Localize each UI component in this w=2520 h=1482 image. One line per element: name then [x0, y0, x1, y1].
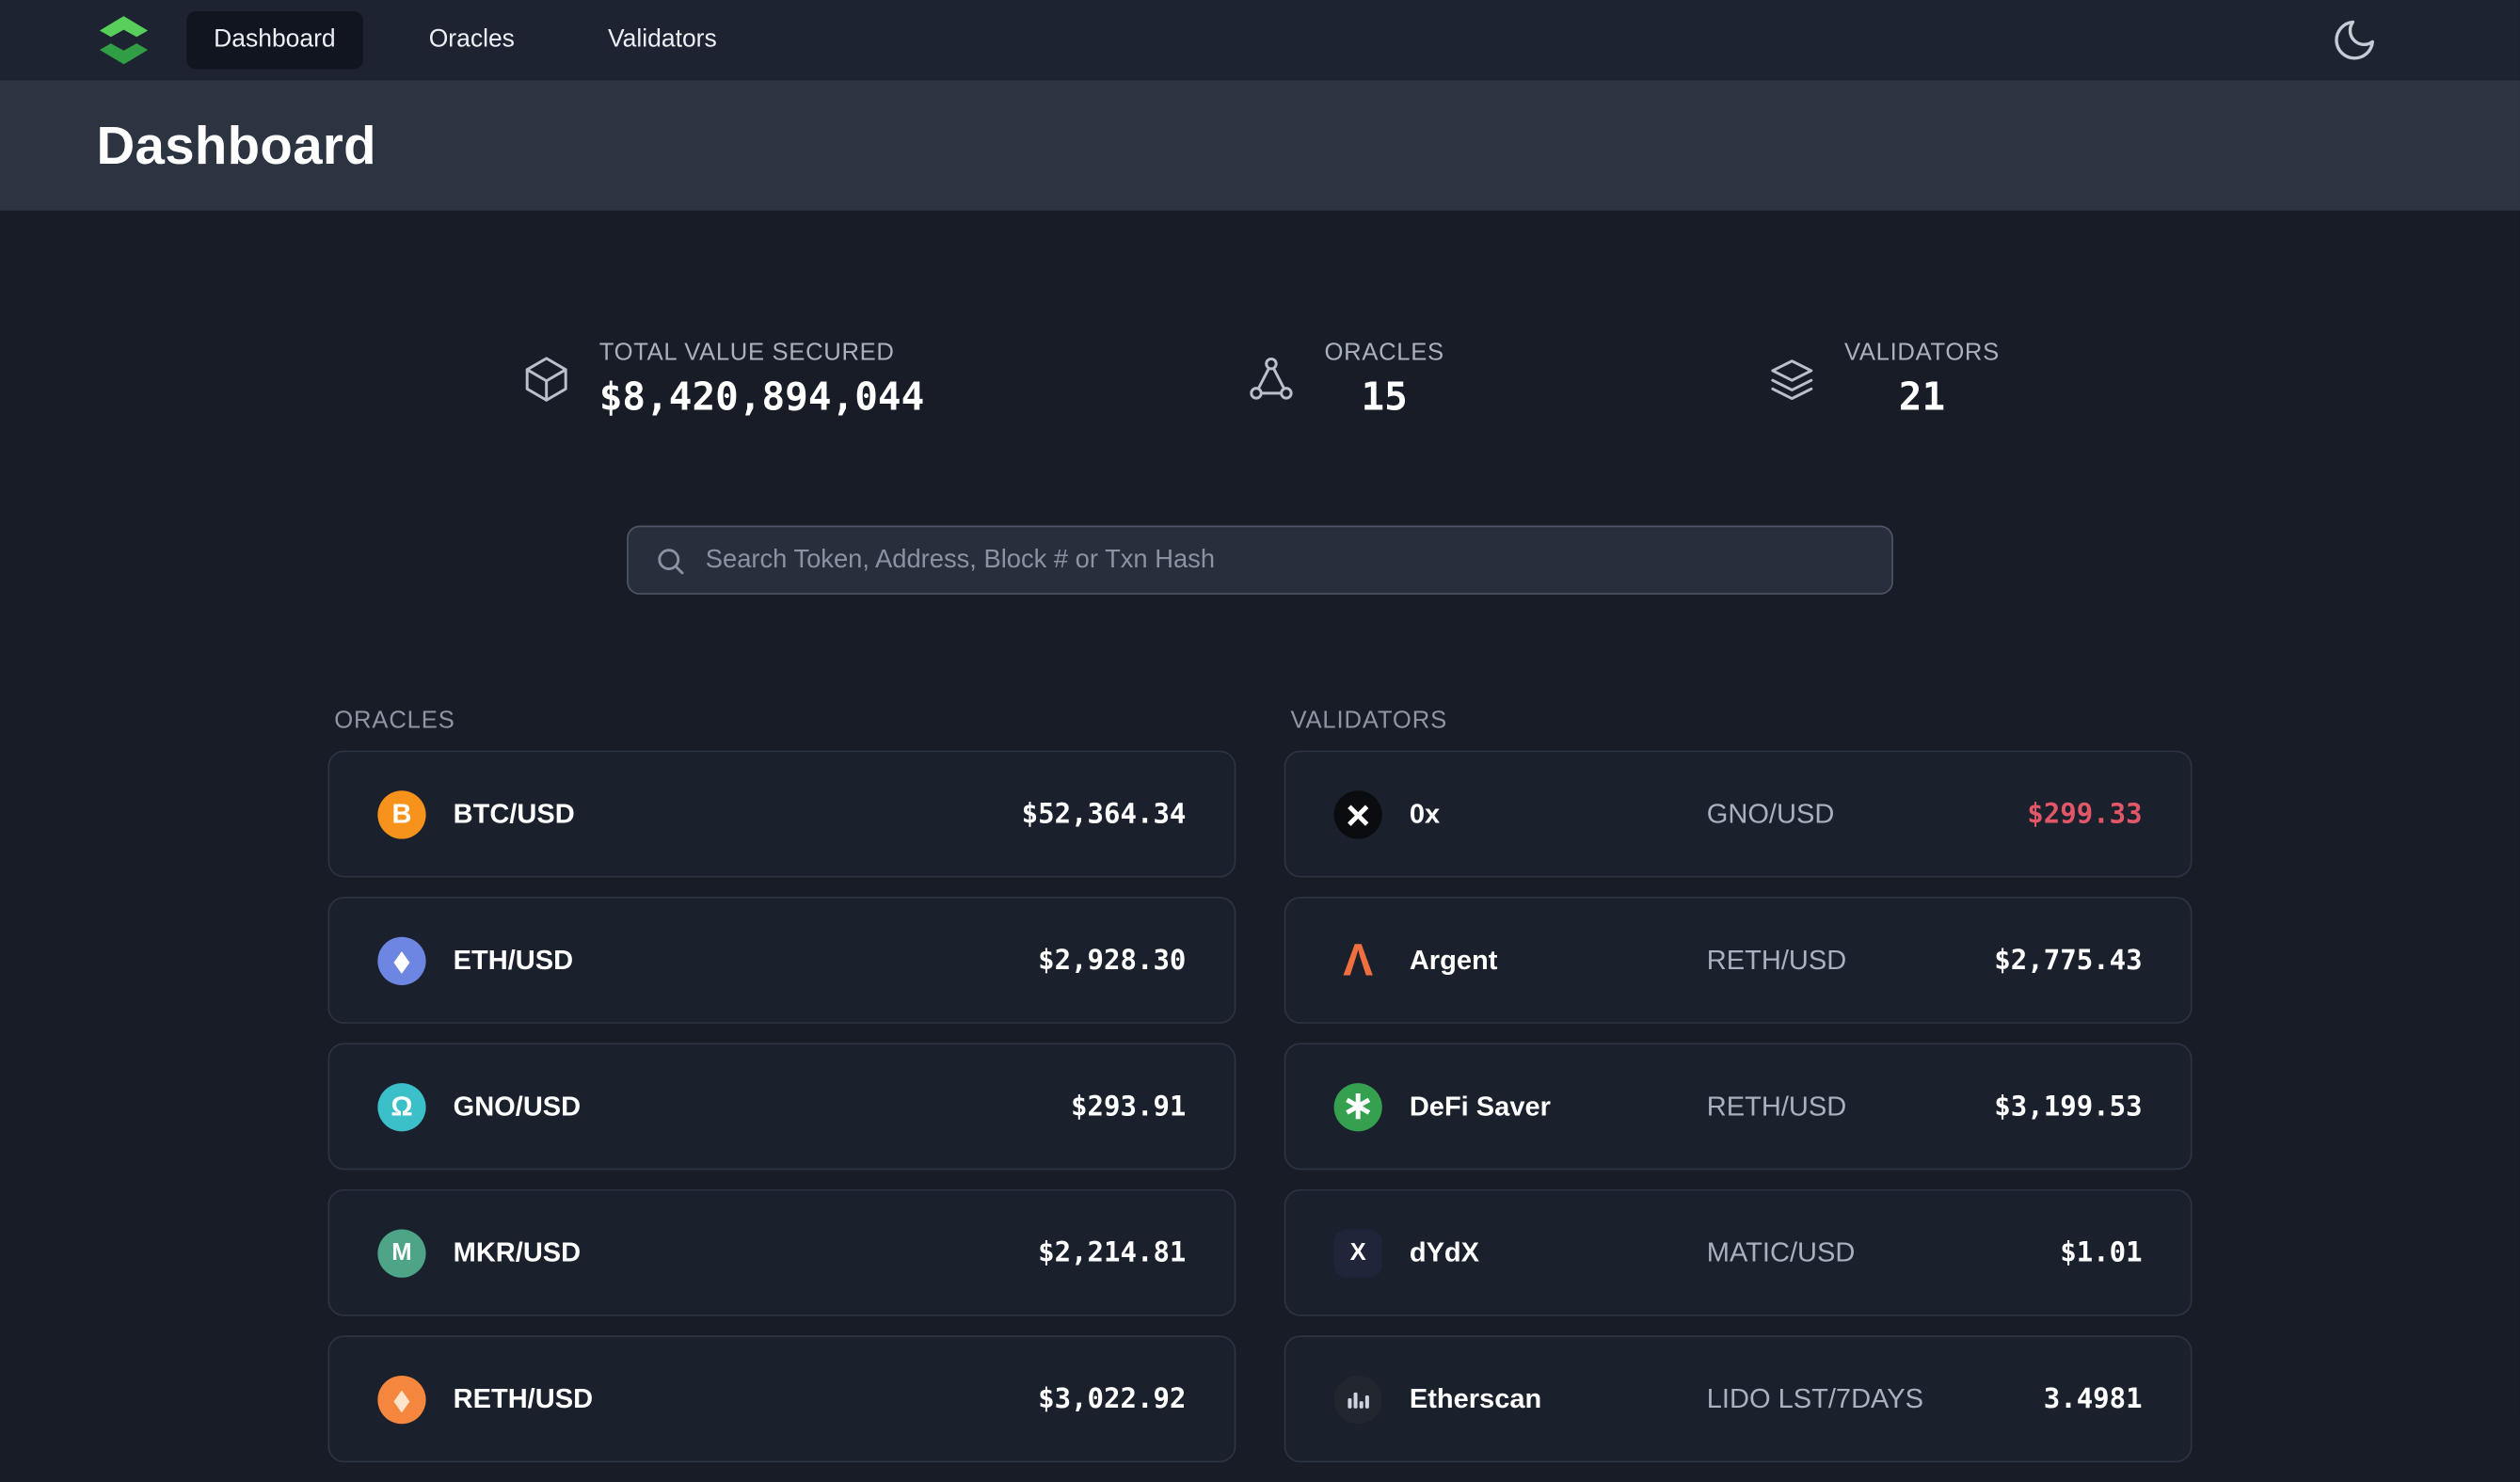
validator-name-wrap: XdYdX [1334, 1229, 1707, 1277]
oracle-price: $3,022.92 [1038, 1383, 1186, 1415]
stat-value: 21 [1844, 374, 2000, 420]
page-title: Dashboard [96, 115, 375, 176]
oracle-row[interactable]: Ω GNO/USD $293.91 [327, 1043, 1236, 1170]
validators-column: VALIDATORS × 0x GNO/USD$299.33 Λ Argent RETH/… [1284, 707, 2193, 1481]
oracle-row[interactable]: ◆ RETH/USD $3,022.92 [327, 1335, 1236, 1462]
page: Dashboard Oracles Validators Dashboard T… [0, 0, 2520, 1417]
stat-validators: VALIDATORS 21 [1765, 339, 2000, 419]
oracle-pair: GNO/USD [454, 1091, 582, 1123]
nav-item-validators[interactable]: Validators [581, 11, 744, 69]
validator-pair: MATIC/USD [1707, 1236, 2060, 1268]
oracles-column: ORACLES B BTC/USD $52,364.34 ◆ ETH/USD $2,928… [327, 707, 1236, 1481]
validator-row[interactable]: × 0x GNO/USD$299.33 [1284, 751, 2193, 878]
oracle-price: $293.91 [1071, 1091, 1186, 1123]
stat-label: VALIDATORS [1844, 339, 2000, 366]
btc-icon: B [377, 789, 425, 837]
page-header: Dashboard [0, 80, 2520, 210]
validator-pair: RETH/USD [1707, 944, 1995, 976]
validator-pair: LIDO LST/7DAYS [1707, 1383, 2044, 1415]
validator-price: $2,775.43 [1994, 944, 2142, 976]
search-box[interactable] [627, 525, 1893, 594]
oracle-pair: BTC/USD [454, 798, 575, 830]
argent-icon: Λ [1334, 936, 1382, 984]
navbar: Dashboard Oracles Validators [0, 0, 2520, 80]
search-icon [654, 544, 686, 576]
oracle-price: $2,928.30 [1038, 944, 1186, 976]
stat-value: 15 [1325, 374, 1444, 420]
stat-value: $8,420,894,044 [599, 374, 925, 420]
oracles-list: B BTC/USD $52,364.34 ◆ ETH/USD $2,928.30 Ω GNO/… [327, 751, 1236, 1463]
oracles-heading: ORACLES [334, 707, 1236, 734]
moon-icon [2330, 16, 2378, 64]
reth-icon: ◆ [377, 1375, 425, 1423]
validator-row[interactable]: XdYdXMATIC/USD$1.01 [1284, 1189, 2193, 1316]
defi-saver-icon: ∗ [1334, 1082, 1382, 1130]
app-logo-icon [95, 11, 152, 69]
search-bar [627, 525, 1893, 594]
stat-total-value-secured: TOTAL VALUE SECURED $8,420,894,044 [520, 339, 924, 419]
oracle-price: $52,364.34 [1022, 798, 1187, 830]
nav-item-oracles[interactable]: Oracles [402, 11, 542, 69]
app-logo[interactable] [93, 9, 154, 71]
validators-heading: VALIDATORS [1290, 707, 2192, 734]
stat-oracles: ORACLES 15 [1246, 339, 1444, 419]
stat-label: TOTAL VALUE SECURED [599, 339, 925, 366]
oracle-price: $2,214.81 [1038, 1236, 1186, 1268]
validator-name: Etherscan [1410, 1383, 1541, 1415]
nodes-icon [1246, 354, 1298, 406]
content-columns: ORACLES B BTC/USD $52,364.34 ◆ ETH/USD $2,928… [327, 707, 2192, 1481]
validators-list: ×0xGNO/USD$299.33ΛArgentRETH/USD$2,775.4… [1284, 751, 2193, 1463]
validator-row[interactable]: Λ Argent RETH/USD$2,775.43 [1284, 897, 2193, 1024]
validator-name-wrap: × 0x [1334, 789, 1707, 837]
oracle-row[interactable]: B BTC/USD $52,364.34 [327, 751, 1236, 878]
oracle-pair: MKR/USD [454, 1236, 582, 1268]
validator-pair: RETH/USD [1707, 1091, 1995, 1123]
etherscan-icon [1334, 1375, 1382, 1423]
mkr-icon: M [377, 1229, 425, 1277]
oracle-row[interactable]: M MKR/USD $2,214.81 [327, 1189, 1236, 1316]
validator-name-wrap: Λ Argent [1334, 936, 1707, 984]
dydx-icon: X [1334, 1229, 1382, 1277]
validator-price: $3,199.53 [1994, 1091, 2142, 1123]
validator-name-wrap: ∗ DeFi Saver [1334, 1082, 1707, 1130]
0x-icon: × [1334, 789, 1382, 837]
nav-item-dashboard[interactable]: Dashboard [186, 11, 363, 69]
oracle-row[interactable]: ◆ ETH/USD $2,928.30 [327, 897, 1236, 1024]
stats-row: TOTAL VALUE SECURED $8,420,894,044 ORACL… [0, 339, 2520, 419]
validator-row[interactable]: ∗ DeFi Saver RETH/USD$3,199.53 [1284, 1043, 2193, 1170]
validator-name-wrap: Etherscan [1334, 1375, 1707, 1423]
validator-name: Argent [1410, 944, 1498, 976]
validator-name: 0x [1410, 798, 1440, 830]
validator-pair: GNO/USD [1707, 798, 2027, 830]
validator-price: $1.01 [2060, 1236, 2142, 1268]
oracle-pair: ETH/USD [454, 944, 573, 976]
validator-name: dYdX [1410, 1236, 1479, 1268]
eth-icon: ◆ [377, 936, 425, 984]
oracle-pair: RETH/USD [454, 1383, 593, 1415]
validator-price: $299.33 [2027, 798, 2142, 830]
layers-icon [1765, 354, 1817, 406]
main-nav: Dashboard Oracles Validators [186, 11, 744, 69]
gno-icon: Ω [377, 1082, 425, 1130]
validator-price: 3.4981 [2044, 1383, 2143, 1415]
validator-row[interactable]: Etherscan LIDO LST/7DAYS3.4981 [1284, 1335, 2193, 1462]
search-input[interactable] [706, 546, 1866, 575]
stat-label: ORACLES [1325, 339, 1444, 366]
theme-toggle-button[interactable] [2330, 16, 2378, 64]
cube-icon [520, 354, 572, 406]
validator-name: DeFi Saver [1410, 1091, 1551, 1123]
